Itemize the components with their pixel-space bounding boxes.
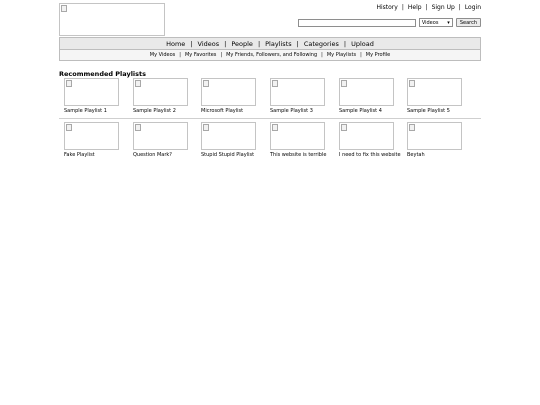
separator: | (343, 39, 347, 48)
playlist-title[interactable]: Sample Playlist 3 (270, 108, 332, 114)
search-button[interactable]: Search (455, 18, 481, 27)
playlist-thumbnail[interactable] (201, 78, 256, 106)
broken-image-icon (66, 80, 72, 87)
broken-image-icon (272, 80, 278, 87)
broken-image-icon (61, 5, 67, 12)
login-link[interactable]: Login (465, 4, 481, 11)
playlist-item[interactable]: Question Mark? (133, 122, 195, 158)
playlist-item[interactable]: Sample Playlist 1 (64, 78, 126, 114)
playlist-item[interactable]: Sample Playlist 4 (339, 78, 401, 114)
separator: | (458, 4, 461, 11)
nav-people[interactable]: People (231, 40, 253, 48)
search-input[interactable] (297, 18, 416, 27)
broken-image-icon (409, 124, 415, 131)
playlist-item[interactable]: Beytah (407, 122, 469, 158)
separator: | (257, 39, 261, 48)
playlist-thumbnail[interactable] (133, 122, 188, 150)
separator: | (190, 39, 193, 48)
separator: | (401, 4, 404, 11)
broken-image-icon (135, 80, 141, 87)
playlist-title[interactable]: This website is terrible (270, 152, 332, 158)
playlist-thumbnail[interactable] (407, 78, 462, 106)
playlist-thumbnail[interactable] (270, 122, 325, 150)
broken-image-icon (203, 124, 209, 131)
playlist-item[interactable]: Sample Playlist 3 (270, 78, 332, 114)
playlist-title[interactable]: Sample Playlist 1 (64, 108, 126, 114)
playlist-item[interactable]: This website is terrible (270, 122, 332, 158)
playlist-item[interactable]: I need to fix this website (339, 122, 401, 158)
nav-playlists[interactable]: Playlists (265, 40, 292, 48)
site-logo[interactable] (59, 3, 165, 36)
help-link[interactable]: Help (408, 4, 422, 11)
nav-home[interactable]: Home (166, 40, 185, 48)
subnav-my-friends[interactable]: My Friends, Followers, and Following (226, 52, 317, 58)
separator: | (360, 52, 362, 58)
playlist-thumbnail[interactable] (339, 78, 394, 106)
subnav-my-profile[interactable]: My Profile (366, 52, 390, 58)
playlist-title[interactable]: Sample Playlist 2 (133, 108, 195, 114)
separator: | (220, 52, 223, 58)
playlist-item[interactable]: Sample Playlist 2 (133, 78, 195, 114)
playlist-title[interactable]: Sample Playlist 4 (339, 108, 401, 114)
separator: | (224, 39, 227, 48)
playlist-item[interactable]: Stupid Stupid Playlist (201, 122, 263, 158)
playlist-thumbnail[interactable] (407, 122, 462, 150)
playlist-title[interactable]: Microsoft Playlist (201, 108, 263, 114)
sign-up-link[interactable]: Sign Up (432, 4, 455, 11)
search-bar: Videos ▾ Search (297, 18, 481, 27)
broken-image-icon (66, 124, 72, 131)
playlist-thumbnail[interactable] (339, 122, 394, 150)
playlist-title[interactable]: Beytah (407, 152, 469, 158)
playlist-thumbnail[interactable] (64, 122, 119, 150)
playlist-item[interactable]: Microsoft Playlist (201, 78, 263, 114)
user-links: History | Help | Sign Up | Login (376, 4, 481, 11)
broken-image-icon (272, 124, 278, 131)
history-link[interactable]: History (376, 4, 397, 11)
playlist-item[interactable]: Sample Playlist 5 (407, 78, 469, 114)
playlist-thumbnail[interactable] (133, 78, 188, 106)
playlist-title[interactable]: Question Mark? (133, 152, 195, 158)
playlist-title[interactable]: I need to fix this website (339, 152, 401, 158)
nav-upload[interactable]: Upload (351, 40, 374, 48)
playlist-thumbnail[interactable] (270, 78, 325, 106)
separator: | (321, 52, 323, 58)
nav-videos[interactable]: Videos (198, 40, 220, 48)
broken-image-icon (341, 124, 347, 131)
playlist-thumbnail[interactable] (64, 78, 119, 106)
broken-image-icon (203, 80, 209, 87)
main-nav: Home | Videos | People | Playlists | Categories |… (59, 37, 481, 50)
playlist-item[interactable]: Fake Playlist (64, 122, 126, 158)
broken-image-icon (135, 124, 141, 131)
separator: | (296, 39, 299, 48)
subnav-my-favorites[interactable]: My Favorites (185, 52, 216, 58)
nav-categories[interactable]: Categories (304, 40, 339, 48)
section-title: Recommended Playlists (59, 70, 147, 78)
separator: | (425, 4, 428, 11)
separator: | (179, 52, 181, 58)
row-divider (59, 118, 481, 119)
chevron-down-icon: ▾ (447, 19, 450, 26)
playlist-thumbnail[interactable] (201, 122, 256, 150)
playlist-title[interactable]: Stupid Stupid Playlist (201, 152, 263, 158)
broken-image-icon (341, 80, 347, 87)
sub-nav: My Videos | My Favorites | My Friends, Follo… (59, 50, 481, 61)
subnav-my-playlists[interactable]: My Playlists (327, 52, 356, 58)
search-scope-value: Videos (421, 19, 439, 26)
broken-image-icon (409, 80, 415, 87)
playlist-title[interactable]: Sample Playlist 5 (407, 108, 469, 114)
subnav-my-videos[interactable]: My Videos (150, 52, 175, 58)
playlist-title[interactable]: Fake Playlist (64, 152, 126, 158)
search-scope-select[interactable]: Videos ▾ (418, 18, 453, 27)
